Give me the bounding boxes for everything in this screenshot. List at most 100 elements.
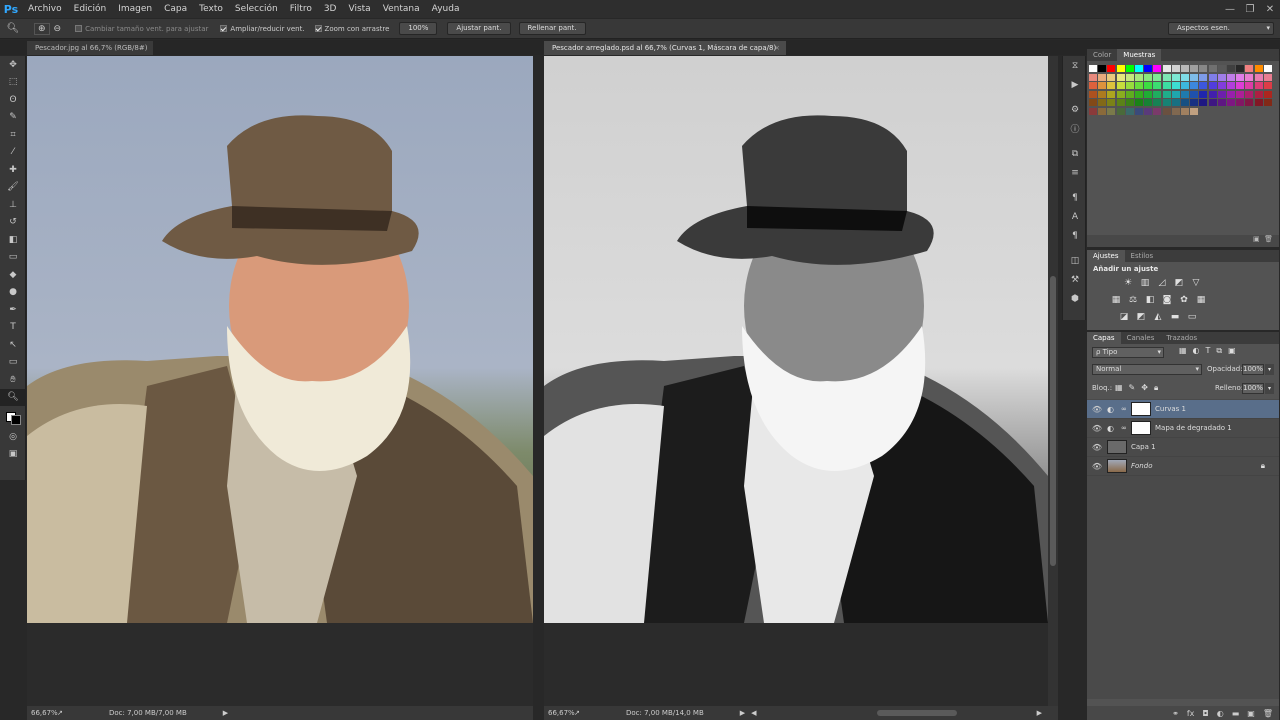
swatch[interactable] — [1217, 65, 1226, 72]
zoom-out-icon[interactable]: ⊖ — [54, 24, 62, 34]
doc-2-zoom[interactable]: 66,67% — [544, 706, 575, 720]
swatch[interactable] — [1089, 82, 1097, 89]
swatch[interactable] — [1190, 73, 1199, 81]
swatch[interactable] — [1263, 65, 1272, 72]
paragraph-icon[interactable]: ¶ — [1063, 226, 1087, 245]
swatch[interactable] — [1190, 82, 1199, 89]
history-brush-icon[interactable]: ↺ — [0, 214, 26, 232]
swatch[interactable] — [1089, 73, 1097, 81]
blend-mode-select[interactable]: Normal ▾ — [1092, 364, 1202, 375]
vibrance-icon[interactable]: ▽ — [1191, 278, 1201, 288]
swatch[interactable] — [1098, 73, 1107, 81]
swatch[interactable] — [1135, 90, 1143, 98]
zoom-tool-icon[interactable]: 🔍︎ — [0, 388, 26, 406]
eye-icon[interactable]: 👁︎ — [1087, 462, 1107, 471]
tool-presets-icon[interactable]: ⚒ — [1063, 270, 1087, 289]
swatch[interactable] — [1171, 82, 1180, 89]
tab-swatches[interactable]: Muestras — [1117, 49, 1162, 61]
doc-tab-2[interactable]: Pescador arreglado.psd al 66,7% (Curvas … — [544, 41, 786, 55]
bw-icon[interactable]: ◧ — [1145, 295, 1155, 305]
menu-7[interactable]: 3D — [318, 0, 343, 18]
layer-filter-select[interactable]: ρ Tipo ▾ — [1092, 347, 1164, 358]
hand-tool-icon[interactable]: ✋︎ — [0, 371, 26, 389]
marquee-tool-icon[interactable]: ⬚ — [0, 74, 26, 92]
swatch[interactable] — [1144, 82, 1153, 89]
swatch[interactable] — [1089, 107, 1097, 115]
tab-color[interactable]: Color — [1087, 49, 1117, 61]
channel-mixer-icon[interactable]: ✿ — [1179, 295, 1189, 305]
character-icon[interactable]: A — [1063, 207, 1087, 226]
opacity-chevron-icon[interactable]: ▾ — [1265, 364, 1274, 375]
swatch[interactable] — [1125, 99, 1134, 106]
menu-4[interactable]: Texto — [193, 0, 229, 18]
swatch[interactable] — [1227, 65, 1235, 72]
minimize-button[interactable]: — — [1220, 2, 1240, 16]
swatch[interactable] — [1227, 82, 1235, 89]
mask-icon[interactable]: ◘ — [1202, 709, 1208, 718]
swatch[interactable] — [1135, 99, 1143, 106]
swatch[interactable] — [1208, 82, 1217, 89]
move-tool-icon[interactable]: ✥ — [0, 56, 26, 74]
zoom-all-checkbox[interactable] — [220, 25, 228, 32]
fill-screen-button[interactable]: Rellenar pant. — [518, 22, 586, 35]
swatch[interactable] — [1162, 65, 1171, 72]
swatch[interactable] — [1245, 73, 1254, 81]
selective-color-icon[interactable]: ▭ — [1187, 312, 1197, 322]
swatch[interactable] — [1199, 82, 1208, 89]
export-icon[interactable]: ↗ — [574, 706, 594, 720]
swatch[interactable] — [1171, 90, 1180, 98]
swatch[interactable] — [1125, 90, 1134, 98]
layer-thumb[interactable] — [1107, 440, 1127, 454]
swatch[interactable] — [1098, 82, 1107, 89]
swatch[interactable] — [1116, 99, 1125, 106]
swatch[interactable] — [1162, 99, 1171, 106]
3d-icon[interactable]: ⬢ — [1063, 289, 1087, 308]
zoom-in-icon[interactable]: ⊕ — [34, 22, 50, 35]
swatch[interactable] — [1199, 99, 1208, 106]
menu-5[interactable]: Selección — [229, 0, 284, 18]
swatch[interactable] — [1254, 73, 1263, 81]
swatch[interactable] — [1107, 99, 1116, 106]
brush-tool-icon[interactable]: 🖌︎ — [0, 179, 26, 197]
vscroll-thumb[interactable] — [1050, 276, 1056, 566]
swatch[interactable] — [1135, 82, 1143, 89]
layer-row[interactable]: 👁︎ ◐ ∞ Mapa de degradado 1 — [1087, 419, 1279, 438]
eye-icon[interactable]: 👁︎ — [1087, 443, 1107, 452]
swatch[interactable] — [1089, 65, 1097, 72]
swatch[interactable] — [1125, 107, 1134, 115]
color-swatches-icon[interactable] — [0, 406, 26, 428]
swatch[interactable] — [1107, 73, 1116, 81]
swatch[interactable] — [1135, 107, 1143, 115]
doc-1-zoom[interactable]: 66,67% — [27, 706, 58, 720]
doc-2-vscrollbar[interactable] — [1048, 56, 1058, 706]
swatch[interactable] — [1162, 107, 1171, 115]
swatch[interactable] — [1181, 65, 1189, 72]
levels-icon[interactable]: ▥ — [1140, 278, 1150, 288]
swatch[interactable] — [1254, 82, 1263, 89]
background-color[interactable] — [10, 415, 21, 425]
healing-brush-icon[interactable]: ✚ — [0, 161, 26, 179]
swatch[interactable] — [1135, 65, 1143, 72]
trash-icon[interactable]: 🗑︎ — [1263, 709, 1273, 718]
folder-icon[interactable]: ▬ — [1232, 709, 1240, 718]
swatch[interactable] — [1162, 73, 1171, 81]
quick-mask-icon[interactable]: ◎ — [0, 428, 26, 446]
restore-button[interactable]: ❐ — [1240, 2, 1260, 16]
swatch[interactable] — [1107, 90, 1116, 98]
swatch[interactable] — [1153, 99, 1162, 106]
layer-filter-icons[interactable]: ▦◐T⧉▣ — [1179, 346, 1242, 356]
swatch[interactable] — [1217, 90, 1226, 98]
hscroll-thumb[interactable] — [876, 710, 957, 716]
pen-tool-icon[interactable]: ✒︎ — [0, 301, 26, 319]
exposure-icon[interactable]: ◩ — [1174, 278, 1184, 288]
layer-row[interactable]: 👁︎ Fondo 🔒︎ — [1087, 457, 1279, 476]
link-icon[interactable]: ⚭ — [1172, 709, 1179, 718]
swatch[interactable] — [1116, 65, 1125, 72]
path-select-icon[interactable]: ↖ — [0, 336, 26, 354]
eye-icon[interactable]: 👁︎ — [1087, 405, 1107, 414]
menu-2[interactable]: Imagen — [112, 0, 158, 18]
swatch-grid[interactable] — [1089, 65, 1277, 125]
eraser-icon[interactable]: ◧ — [0, 231, 26, 249]
layer-comps-icon[interactable]: ◫ — [1063, 251, 1087, 270]
swatch[interactable] — [1171, 99, 1180, 106]
